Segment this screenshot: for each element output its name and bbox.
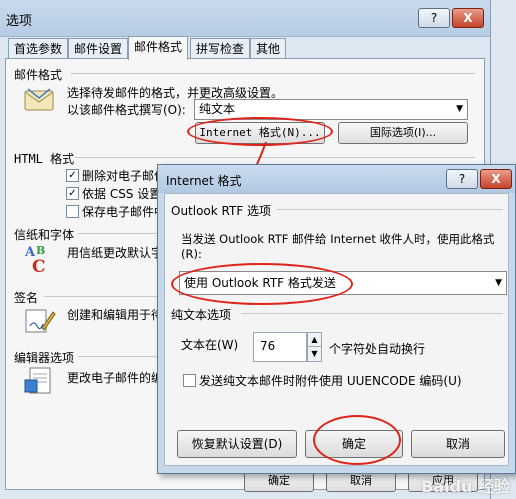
- restore-defaults-button[interactable]: 恢复默认设置(D): [177, 430, 297, 458]
- rtf-desc-line2: (R):: [181, 247, 202, 261]
- rtf-section-title: Outlook RTF 选项: [171, 204, 272, 218]
- wrap-width-stepper[interactable]: 76: [253, 332, 307, 362]
- signature-section-title: 签名: [14, 291, 39, 305]
- watermark-logo: Baidu 经验: [421, 477, 510, 496]
- plain-section-title: 纯文本选项: [171, 308, 232, 322]
- options-help-button[interactable]: ?: [418, 8, 450, 28]
- envelope-icon: [24, 88, 54, 111]
- wrap-width-value: 76: [260, 339, 276, 353]
- html-opt1-checkbox[interactable]: ✓: [66, 169, 79, 182]
- rtf-desc-line1: 当发送 Outlook RTF 邮件给 Internet 收件人时，使用此格式: [181, 232, 495, 246]
- editor-desc: 更改电子邮件的编: [67, 371, 164, 385]
- options-title: 选项: [6, 14, 33, 29]
- stepper-down-arrow-icon[interactable]: ▼: [307, 346, 322, 362]
- internet-format-titlebar: Internet 格式 ? X: [158, 165, 515, 193]
- fonts-abc-icon: A B C: [24, 244, 46, 276]
- svg-text:B: B: [36, 244, 45, 257]
- signature-pen-icon: [25, 309, 56, 333]
- internet-format-body: Outlook RTF 选项 当发送 Outlook RTF 邮件给 Inter…: [164, 193, 509, 466]
- compose-format-label: 以该邮件格式撰写(O):: [67, 103, 186, 117]
- uuencode-checkbox[interactable]: [183, 374, 196, 387]
- section-divider: [241, 313, 503, 314]
- stationery-desc: 用信纸更改默认字: [67, 246, 164, 260]
- tab-mail-setup[interactable]: 邮件设置: [68, 38, 129, 59]
- stationery-section-title: 信纸和字体: [14, 228, 75, 242]
- tab-other[interactable]: 其他: [250, 38, 287, 59]
- mail-format-section-title: 邮件格式: [14, 68, 63, 82]
- internet-format-title: Internet 格式: [166, 174, 242, 188]
- red-annotation-oval: [171, 263, 353, 305]
- html-opt1-label: 删除对电子邮件: [82, 169, 167, 183]
- red-annotation-oval: [313, 415, 401, 465]
- chevron-down-icon: ▼: [456, 104, 463, 114]
- dialog-cancel-button[interactable]: 取消: [411, 430, 505, 458]
- html-opt2-checkbox[interactable]: ✓: [66, 187, 79, 200]
- dialog-help-button[interactable]: ?: [446, 169, 478, 189]
- wrap-label: 文本在(W): [181, 338, 239, 352]
- intl-options-button[interactable]: 国际选项(I)...: [338, 122, 468, 144]
- svg-text:C: C: [32, 257, 46, 276]
- editor-section-title: 编辑器选项: [14, 351, 75, 365]
- html-opt3-checkbox[interactable]: [66, 205, 79, 218]
- chevron-down-icon: ▼: [495, 278, 502, 288]
- wrap-suffix: 个字符处自动换行: [329, 342, 426, 356]
- html-opt3-label: 保存电子邮件中: [82, 205, 167, 219]
- tab-mail-format[interactable]: 邮件格式: [128, 36, 189, 60]
- section-divider: [70, 73, 475, 74]
- compose-format-value: 纯文本: [199, 102, 236, 116]
- tab-spelling[interactable]: 拼写检查: [190, 38, 251, 59]
- html-opt2-label: 依据 CSS 设置: [82, 187, 162, 201]
- signature-desc: 创建和编辑用于待: [67, 308, 164, 322]
- tab-preferences[interactable]: 首选参数: [8, 38, 69, 59]
- dialog-close-button[interactable]: X: [480, 169, 512, 189]
- internet-format-dialog: Internet 格式 ? X Outlook RTF 选项 当发送 Outlo…: [157, 164, 516, 474]
- options-close-button[interactable]: X: [452, 8, 484, 28]
- html-format-section-title: HTML 格式: [14, 152, 75, 166]
- section-divider: [277, 209, 503, 210]
- editor-document-icon: [24, 367, 51, 394]
- options-titlebar: 选项 ? X: [0, 0, 490, 37]
- uuencode-label: 发送纯文本邮件时附件使用 UUENCODE 编码(U): [199, 374, 462, 388]
